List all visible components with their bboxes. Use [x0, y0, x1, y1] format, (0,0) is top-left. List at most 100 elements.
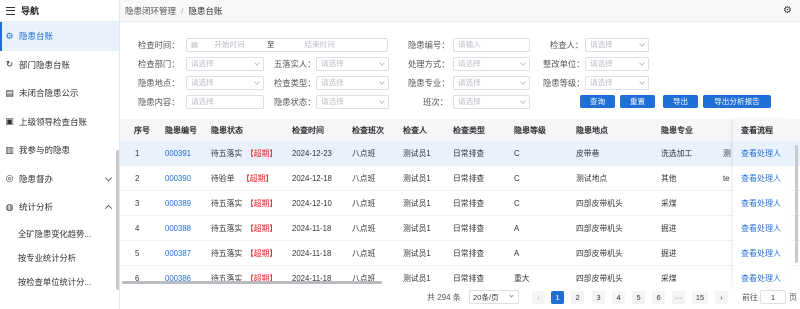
goto-page-input[interactable]: 1	[760, 290, 786, 304]
sidebar-item-label: 统计分析	[19, 202, 54, 213]
cell-no: 2	[135, 174, 140, 183]
cell-level: A	[514, 249, 520, 258]
sidebar-item-dept-ledger[interactable]: ↻ 部门隐患台账	[0, 51, 119, 80]
page-size-select[interactable]: 20条/页	[469, 290, 519, 304]
page-button-5[interactable]: 5	[632, 291, 645, 304]
inspector-select[interactable]: 请选择	[585, 38, 649, 52]
status-label: 隐患状态：	[274, 97, 316, 107]
export-button[interactable]: 导出	[663, 95, 698, 108]
export-report-button[interactable]: 导出分析报告	[703, 95, 771, 108]
shift-select[interactable]: 请选择	[453, 95, 530, 109]
col-header-action: 查看流程	[741, 125, 773, 135]
cell-time: 2024-11-18	[292, 249, 332, 258]
cell-extra: 测	[723, 149, 731, 158]
end-time-input[interactable]: 结束时间	[305, 40, 335, 49]
cell-inspector: 测试员1	[403, 149, 431, 158]
page-button-15[interactable]: 15	[692, 291, 708, 304]
table-vertical-scrollbar[interactable]	[795, 145, 798, 263]
cell-code-link[interactable]: 000388	[165, 216, 191, 241]
sidebar-header[interactable]: 导航	[0, 0, 119, 22]
cell-inspector: 测试员1	[403, 274, 431, 283]
sidebar-subitem-trend[interactable]: 全矿隐患变化趋势...	[0, 222, 119, 246]
menu-icon[interactable]	[6, 6, 15, 15]
page-button-1[interactable]: 1	[551, 291, 564, 304]
cell-code-link[interactable]: 000390	[165, 166, 191, 191]
five-impl-label: 五落实人：	[274, 59, 316, 69]
reset-button[interactable]: 重置	[620, 95, 655, 108]
major-select[interactable]: 请选择	[453, 76, 530, 90]
goto-unit: 页	[789, 293, 797, 302]
view-handler-link[interactable]: 查看处理人	[741, 173, 781, 184]
col-header-type: 检查类型	[453, 125, 485, 135]
sidebar-item-supervise[interactable]: ◎ 隐患督办	[0, 165, 119, 194]
table-row[interactable]: 1 000391 待五落实 【超期】 2024-12-23 八点班 测试员1 日…	[120, 141, 800, 166]
page-ellipsis[interactable]: ···	[672, 291, 685, 304]
view-handler-link[interactable]: 查看处理人	[741, 198, 781, 209]
breadcrumb-parent[interactable]: 隐患闭环管理	[125, 5, 176, 17]
prev-page-button[interactable]: ‹	[532, 291, 545, 304]
cell-level: C	[514, 174, 520, 183]
table-row[interactable]: 3 000389 待五落实 【超期】 2024-12-10 八点班 测试员1 日…	[120, 191, 800, 216]
view-handler-link[interactable]: 查看处理人	[741, 248, 781, 259]
page-button-2[interactable]: 2	[571, 291, 584, 304]
table-horizontal-scrollbar[interactable]	[122, 281, 382, 284]
cell-code-link[interactable]: 000389	[165, 191, 191, 216]
cell-major: 采煤	[661, 274, 677, 283]
sidebar-subitem-label: 全矿隐患变化趋势...	[18, 228, 92, 239]
hazard-no-input[interactable]: 请输入	[453, 38, 530, 52]
inspector-label: 检查人：	[550, 40, 584, 50]
check-type-select[interactable]: 请选择	[316, 76, 389, 90]
page-button-6[interactable]: 6	[652, 291, 665, 304]
check-dept-select[interactable]: 请选择	[186, 57, 264, 71]
cell-time: 2024-11-18	[292, 224, 332, 233]
rectify-unit-select[interactable]: 请选择	[585, 57, 649, 71]
sidebar-subitem-by-major[interactable]: 按专业统计分析	[0, 246, 119, 270]
cell-level: C	[514, 199, 520, 208]
check-time-range[interactable]: ▦ 开始时间 至 结束时间	[186, 38, 388, 52]
document-icon: ▤	[5, 87, 14, 98]
handling-select[interactable]: 请选择	[453, 57, 530, 71]
sidebar-subitem-by-unit[interactable]: 按检查单位统计分...	[0, 270, 119, 294]
next-page-button[interactable]: ›	[715, 291, 728, 304]
cell-type: 日常排查	[453, 149, 485, 158]
status-select[interactable]: 请选择	[316, 95, 389, 109]
cell-code-link[interactable]: 000391	[165, 141, 191, 166]
cell-shift: 八点班	[352, 174, 376, 183]
check-time-label: 检查时间：	[138, 40, 180, 50]
start-time-input[interactable]: 开始时间	[214, 40, 244, 49]
sidebar-item-label: 上级领导检查台账	[19, 116, 88, 127]
sidebar-item-hazard-ledger[interactable]: ⚙ 隐患台账	[0, 22, 119, 51]
cell-status: 待五落实	[211, 199, 243, 208]
sidebar-item-my-hazards[interactable]: ▥ 我参与的隐患	[0, 136, 119, 165]
view-handler-link[interactable]: 查看处理人	[741, 223, 781, 234]
location-select[interactable]: 请选择	[186, 76, 264, 90]
level-select[interactable]: 请选择	[585, 76, 649, 90]
table-row[interactable]: 5 000387 待五落实 【超期】 2024-11-18 八点班 测试员1 日…	[120, 241, 800, 266]
page-button-3[interactable]: 3	[592, 291, 605, 304]
cell-inspector: 测试员1	[403, 224, 431, 233]
view-handler-link[interactable]: 查看处理人	[741, 148, 781, 159]
cell-type: 日常排查	[453, 174, 485, 183]
table-row[interactable]: 2 000390 待验单 【超期】 2024-12-18 八点班 测试员1 日常…	[120, 166, 800, 191]
cell-code-link[interactable]: 000387	[165, 241, 191, 266]
sidebar-item-label: 未闭合隐患公示	[19, 88, 79, 99]
page-button-4[interactable]: 4	[612, 291, 625, 304]
sidebar-scrollbar[interactable]	[116, 150, 119, 290]
col-header-time: 检查时间	[292, 125, 324, 135]
cell-no: 4	[135, 224, 140, 233]
sidebar-item-unclosed-notice[interactable]: ▤ 未闭合隐患公示	[0, 79, 119, 108]
gear-icon[interactable]: ⚙	[783, 5, 792, 16]
sidebar-item-leader-check[interactable]: ▣ 上级领导检查台账	[0, 108, 119, 137]
cell-type: 日常排查	[453, 249, 485, 258]
view-handler-link[interactable]: 查看处理人	[741, 273, 781, 284]
query-button[interactable]: 查询	[580, 95, 615, 108]
sidebar-item-label: 隐患督办	[19, 173, 54, 184]
col-header-inspector: 检查人	[403, 125, 427, 135]
overdue-tag: 【超期】	[246, 149, 278, 158]
table-row[interactable]: 4 000388 待五落实 【超期】 2024-11-18 八点班 测试员1 日…	[120, 216, 800, 241]
five-impl-select[interactable]: 请选择	[316, 57, 389, 71]
cell-location: 四部皮带机头	[576, 274, 623, 283]
sidebar-item-stats[interactable]: ◍ 统计分析	[0, 193, 119, 222]
content-input[interactable]: 请选择	[186, 95, 264, 109]
action-cell: 查看处理人	[733, 216, 791, 241]
